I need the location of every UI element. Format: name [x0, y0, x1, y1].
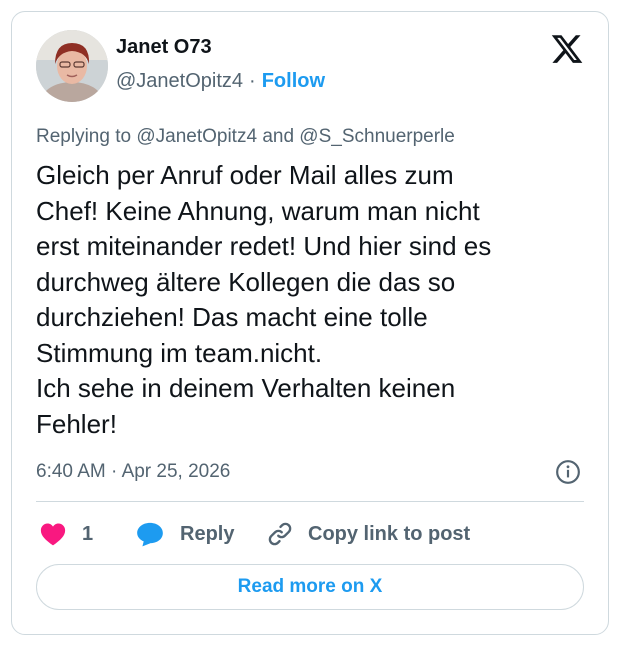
- link-icon: [268, 522, 292, 546]
- x-logo-icon[interactable]: [550, 32, 584, 66]
- reply-button[interactable]: Reply: [136, 517, 234, 551]
- separator-dot: ·: [249, 70, 256, 92]
- author-display-name[interactable]: Janet O73: [116, 36, 212, 59]
- avatar-image: [36, 30, 108, 102]
- heart-icon: [40, 523, 66, 546]
- reply-prefix: Replying to: [36, 126, 132, 147]
- reply-conjunction: and: [262, 126, 295, 147]
- like-button[interactable]: 1: [40, 517, 93, 551]
- copy-link-label: Copy link to post: [308, 522, 471, 545]
- read-more-button[interactable]: Read more on X: [36, 564, 584, 610]
- timestamp-separator: ·: [111, 461, 118, 482]
- reply-mention-1[interactable]: @JanetOpitz4: [136, 126, 257, 147]
- embedded-post-card: Janet O73 @JanetOpitz4 · Follow Replying t…: [11, 11, 609, 635]
- info-icon[interactable]: [555, 459, 581, 485]
- copy-link-button[interactable]: Copy link to post: [266, 517, 470, 551]
- reply-bubble-icon: [137, 522, 163, 547]
- post-actions: 1 Reply Copy link to post: [36, 517, 584, 551]
- post-date: Apr 25, 2026: [121, 461, 231, 482]
- follow-button[interactable]: Follow: [262, 70, 325, 92]
- divider: [36, 501, 584, 502]
- post-timestamp[interactable]: 6:40 AM · Apr 25, 2026: [36, 461, 230, 483]
- like-count: 1: [82, 522, 94, 545]
- post-text: Gleich per Anruf oder Mail alles zum Che…: [36, 160, 492, 439]
- avatar[interactable]: [36, 30, 108, 102]
- reply-mention-2[interactable]: @S_Schnuerperle: [299, 126, 455, 147]
- post-time: 6:40 AM: [36, 461, 106, 482]
- reply-context: Replying to @JanetOpitz4 and @S_Schnuerp…: [36, 126, 455, 148]
- reply-label: Reply: [180, 522, 235, 545]
- author-handle-row: @JanetOpitz4 · Follow: [116, 70, 325, 93]
- author-handle[interactable]: @JanetOpitz4: [116, 70, 243, 92]
